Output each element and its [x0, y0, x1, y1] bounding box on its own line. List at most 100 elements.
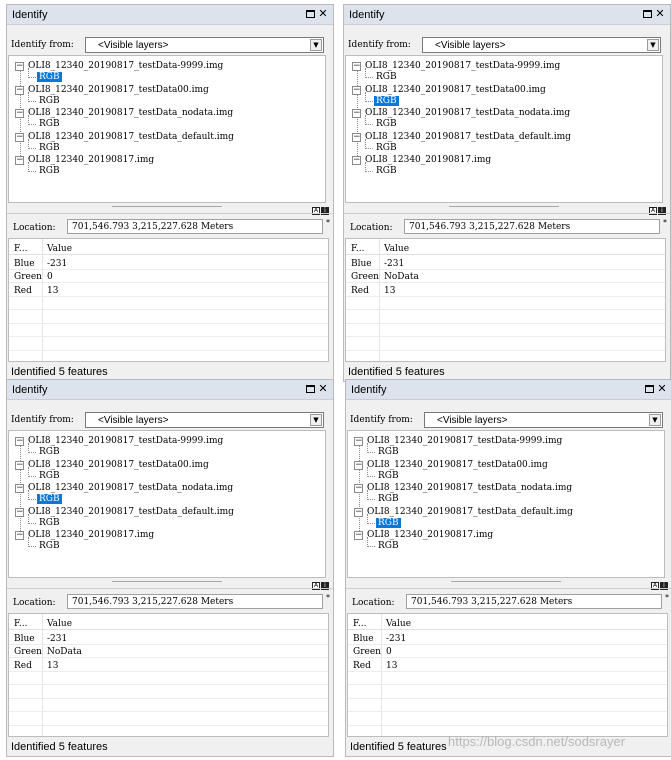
tree-child-label[interactable]: RGB [37, 166, 62, 176]
field-column-header[interactable]: F... [14, 244, 27, 254]
tree-node-label[interactable]: OLI8_12340_20190817_testData_nodata.img [367, 483, 572, 493]
minus-expander-icon[interactable]: − [15, 460, 24, 470]
attribute-grid[interactable]: F... Value Blue -231 Green NoData Red 13 [345, 238, 666, 362]
close-icon[interactable]: ✕ [654, 8, 666, 20]
minus-expander-icon[interactable]: − [15, 132, 24, 142]
identify-from-dropdown[interactable]: <Visible layers> ▼ [85, 37, 324, 53]
restore-icon[interactable] [304, 383, 316, 395]
identify-from-dropdown[interactable]: <Visible layers> ▼ [85, 412, 324, 428]
close-icon[interactable]: ✕ [317, 383, 329, 395]
title-bar[interactable]: Identify ✕ [7, 380, 333, 400]
tree-node-label[interactable]: OLI8_12340_20190817.img [367, 530, 493, 540]
splitter-handle[interactable] [449, 206, 559, 207]
layer-tree[interactable]: − OLI8_12340_20190817_testData-9999.img RG… [345, 55, 663, 203]
title-bar[interactable]: Identify ✕ [344, 5, 670, 25]
layer-tree[interactable]: − OLI8_12340_20190817_testData-9999.img RG… [347, 430, 665, 578]
identify-from-dropdown[interactable]: <Visible layers> ▼ [422, 37, 661, 53]
tree-node-label[interactable]: OLI8_12340_20190817_testData_nodata.img [28, 108, 233, 118]
minus-expander-icon[interactable]: − [15, 531, 24, 540]
tree-child-label[interactable]: RGB [376, 447, 401, 457]
splitter-handle[interactable] [451, 581, 561, 582]
location-options-icon[interactable]: * [665, 593, 669, 602]
tree-node-label[interactable]: OLI8_12340_20190817_testData-9999.img [367, 436, 562, 446]
tree-child-label[interactable]: RGB [376, 494, 401, 504]
location-field[interactable]: 701,546.793 3,215,227.628 Meters [404, 219, 660, 234]
tree-node-label[interactable]: OLI8_12340_20190817_testData-9999.img [28, 61, 223, 71]
tree-node-label[interactable]: OLI8_12340_20190817_testData00.img [28, 85, 209, 95]
minus-expander-icon[interactable]: − [15, 484, 24, 493]
tree-node-label[interactable]: OLI8_12340_20190817_testData00.img [365, 85, 546, 95]
chevron-down-icon[interactable]: ▼ [647, 39, 659, 51]
tree-child-label[interactable]: RGB [37, 518, 62, 528]
layer-tree[interactable]: − OLI8_12340_20190817_testData-9999.img RG… [8, 55, 326, 203]
close-icon[interactable]: ✕ [317, 8, 329, 20]
tree-child-label[interactable]: RGB [376, 541, 401, 551]
tree-child-label[interactable]: RGB [376, 471, 401, 481]
tree-child-label[interactable]: RGB [37, 541, 62, 551]
tree-child-label[interactable]: RGB [374, 143, 399, 153]
minus-expander-icon[interactable]: − [354, 460, 363, 470]
field-column-header[interactable]: F... [14, 619, 27, 629]
minus-expander-icon[interactable]: − [15, 62, 24, 71]
minus-expander-icon[interactable]: − [15, 507, 24, 517]
location-options-icon[interactable]: * [326, 593, 330, 602]
tree-node-label[interactable]: OLI8_12340_20190817_testData00.img [367, 460, 548, 470]
splitter-handle[interactable] [112, 206, 222, 207]
tree-child-label-selected[interactable]: RGB [37, 494, 62, 504]
tree-child-label[interactable]: RGB [374, 72, 399, 82]
tree-node-label[interactable]: OLI8_12340_20190817_testData-9999.img [365, 61, 560, 71]
minus-expander-icon[interactable]: − [354, 507, 363, 517]
tree-node-label[interactable]: OLI8_12340_20190817_testData_default.img [365, 132, 571, 142]
minus-expander-icon[interactable]: − [15, 109, 24, 118]
tree-node-label[interactable]: OLI8_12340_20190817.img [28, 530, 154, 540]
value-column-header[interactable]: Value [386, 619, 411, 629]
attribute-grid[interactable]: F... Value Blue -231 Green NoData Red 13 [8, 613, 329, 737]
minus-expander-icon[interactable]: − [352, 132, 361, 142]
minus-expander-icon[interactable]: − [354, 484, 363, 493]
field-column-header[interactable]: F... [351, 244, 364, 254]
minus-expander-icon[interactable]: − [352, 109, 361, 118]
minus-expander-icon[interactable]: − [352, 62, 361, 71]
chevron-down-icon[interactable]: ▼ [310, 414, 322, 426]
minus-expander-icon[interactable]: − [354, 437, 363, 446]
title-bar[interactable]: Identify ✕ [7, 5, 333, 25]
minus-expander-icon[interactable]: − [15, 85, 24, 95]
tree-child-label[interactable]: RGB [37, 471, 62, 481]
minus-expander-icon[interactable]: − [352, 156, 361, 165]
tree-child-label[interactable]: RGB [374, 119, 399, 129]
tree-node-label[interactable]: OLI8_12340_20190817_testData_default.img [28, 507, 234, 517]
restore-icon[interactable] [643, 383, 655, 395]
value-column-header[interactable]: Value [47, 619, 72, 629]
minus-expander-icon[interactable]: − [352, 85, 361, 95]
tree-node-label[interactable]: OLI8_12340_20190817.img [28, 155, 154, 165]
tree-node-label[interactable]: OLI8_12340_20190817_testData_nodata.img [365, 108, 570, 118]
restore-icon[interactable] [304, 8, 316, 20]
tree-node-label[interactable]: OLI8_12340_20190817_testData_default.img [367, 507, 573, 517]
field-column-header[interactable]: F... [353, 619, 366, 629]
location-field[interactable]: 701,546.793 3,215,227.628 Meters [67, 219, 323, 234]
minus-expander-icon[interactable]: − [15, 156, 24, 165]
tree-node-label[interactable]: OLI8_12340_20190817.img [365, 155, 491, 165]
location-options-icon[interactable]: * [663, 218, 667, 227]
tree-node-label[interactable]: OLI8_12340_20190817_testData_nodata.img [28, 483, 233, 493]
tree-child-label[interactable]: RGB [374, 166, 399, 176]
location-options-icon[interactable]: * [326, 218, 330, 227]
tree-child-label-selected[interactable]: RGB [374, 95, 399, 106]
attribute-grid[interactable]: F... Value Blue -231 Green 0 Red 13 [347, 613, 668, 737]
attribute-grid[interactable]: F... Value Blue -231 Green 0 Red 13 [8, 238, 329, 362]
tree-child-label[interactable]: RGB [37, 96, 62, 106]
tree-node-label[interactable]: OLI8_12340_20190817_testData00.img [28, 460, 209, 470]
layer-tree[interactable]: − OLI8_12340_20190817_testData-9999.img RG… [8, 430, 326, 578]
chevron-down-icon[interactable]: ▼ [310, 39, 322, 51]
tree-child-label[interactable]: RGB [37, 119, 62, 129]
identify-from-dropdown[interactable]: <Visible layers> ▼ [424, 412, 663, 428]
tree-child-label-selected[interactable]: RGB [37, 72, 62, 82]
splitter-handle[interactable] [112, 581, 222, 582]
tree-node-label[interactable]: OLI8_12340_20190817_testData_default.img [28, 132, 234, 142]
location-field[interactable]: 701,546.793 3,215,227.628 Meters [67, 594, 323, 609]
tree-child-label-selected[interactable]: RGB [376, 517, 401, 528]
close-icon[interactable]: ✕ [656, 383, 668, 395]
tree-node-label[interactable]: OLI8_12340_20190817_testData-9999.img [28, 436, 223, 446]
chevron-down-icon[interactable]: ▼ [649, 414, 661, 426]
minus-expander-icon[interactable]: − [15, 437, 24, 446]
